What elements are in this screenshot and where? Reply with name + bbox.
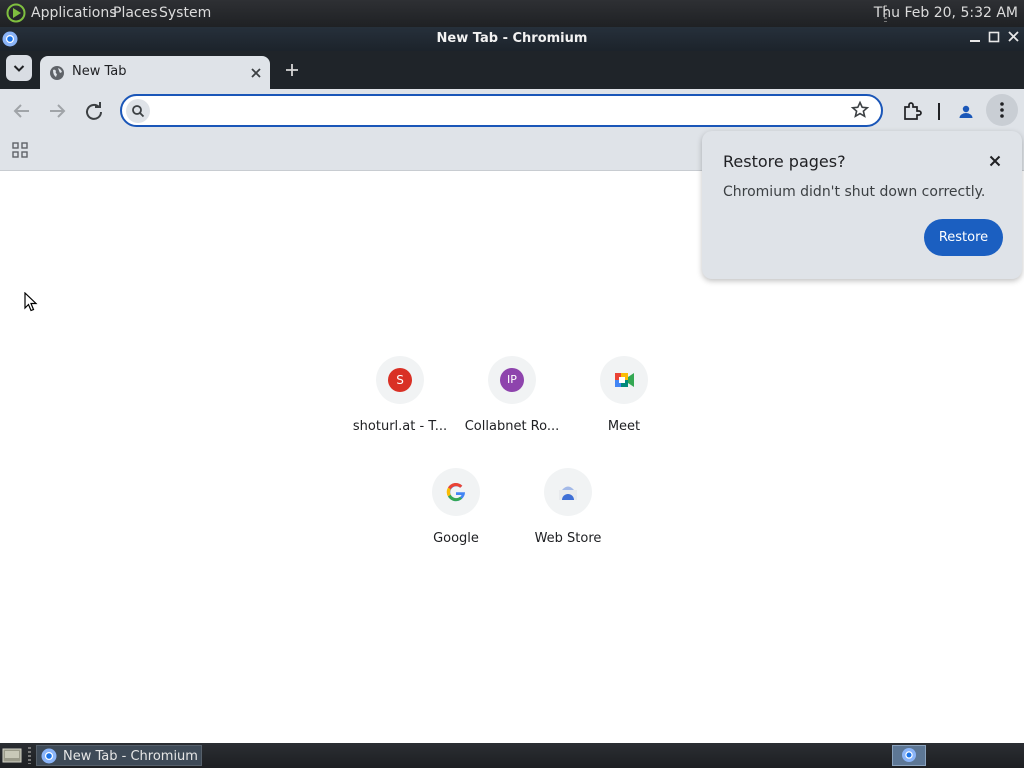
close-bubble-icon[interactable] <box>988 154 1002 168</box>
restore-bubble-message: Chromium didn't shut down correctly. <box>723 184 986 200</box>
distro-logo-icon[interactable] <box>6 3 26 23</box>
tab-strip: New Tab <box>0 51 1024 89</box>
maximize-button[interactable] <box>985 29 1003 49</box>
tab-title: New Tab <box>72 64 127 79</box>
window-title: New Tab - Chromium <box>436 31 588 46</box>
shortcut-label: Google <box>433 531 479 546</box>
search-icon <box>126 99 150 123</box>
tab-search-button[interactable] <box>6 55 32 81</box>
close-icon <box>1007 31 1019 42</box>
taskbar-window-button[interactable]: New Tab - Chromium <box>36 745 202 766</box>
tab-new-tab[interactable]: New Tab <box>40 56 270 89</box>
maximize-icon <box>988 31 1000 43</box>
web-store-icon <box>559 486 577 500</box>
close-window-button[interactable] <box>1004 29 1022 49</box>
menu-system[interactable]: System <box>159 5 211 21</box>
shortcut-favicon-icon: S <box>388 368 412 392</box>
shortcut-icon-disc <box>600 356 648 404</box>
globe-icon <box>50 66 64 80</box>
restore-button[interactable]: Restore <box>924 219 1003 256</box>
shortcut-favicon-icon: IP <box>500 368 524 392</box>
bottom-taskbar: New Tab - Chromium <box>0 743 1024 768</box>
shortcut-icon-disc: S <box>376 356 424 404</box>
extensions-puzzle-icon[interactable] <box>902 101 923 122</box>
browser-toolbar <box>0 89 1024 133</box>
shortcut-label: Meet <box>607 419 641 434</box>
menu-places[interactable]: Places <box>113 5 158 21</box>
omnibox[interactable] <box>120 94 883 127</box>
menu-applications[interactable]: Applications <box>31 5 117 21</box>
top-panel: Applications Places System Thu Feb 20, 5… <box>0 0 1024 27</box>
taskbar-window-label: New Tab - Chromium <box>63 749 198 764</box>
omnibox-input[interactable] <box>158 100 842 124</box>
chevron-down-icon <box>13 65 25 72</box>
shortcut-icon-disc <box>544 468 592 516</box>
shortcut-tile[interactable]: Google <box>400 468 512 568</box>
bookmark-star-icon[interactable] <box>850 100 870 120</box>
google-g-icon <box>446 482 465 502</box>
mouse-cursor-icon <box>24 292 38 312</box>
clock[interactable]: Thu Feb 20, 5:32 AM <box>874 5 1018 21</box>
taskbar-handle[interactable] <box>28 747 31 764</box>
window-titlebar[interactable]: New Tab - Chromium <box>0 27 1024 51</box>
shortcut-icon-disc: IP <box>488 356 536 404</box>
chromium-icon <box>902 748 916 762</box>
shortcut-icon-disc <box>432 468 480 516</box>
tab-close-icon[interactable] <box>249 66 263 80</box>
minimize-icon <box>970 40 980 42</box>
chromium-icon <box>41 748 57 764</box>
show-desktop-icon[interactable] <box>2 747 22 764</box>
restore-pages-bubble: Restore pages? Chromium didn't shut down… <box>702 131 1022 279</box>
back-icon[interactable] <box>10 99 34 123</box>
profile-avatar-icon <box>959 105 973 118</box>
shortcut-label: Web Store <box>534 531 602 546</box>
toolbar-separator <box>938 103 940 120</box>
shortcut-label: shoturl.at - T... <box>352 419 448 434</box>
apps-grid-icon[interactable] <box>12 142 28 158</box>
new-tab-icon[interactable] <box>284 62 300 78</box>
google-meet-icon <box>615 373 634 387</box>
minimize-button[interactable] <box>966 29 984 49</box>
shortcut-tile[interactable]: IP Collabnet Ro... <box>456 356 568 456</box>
reload-icon[interactable] <box>82 99 106 123</box>
shortcut-tile[interactable]: Web Store <box>512 468 624 568</box>
shortcut-label: Collabnet Ro... <box>464 419 560 434</box>
workspace-switcher[interactable] <box>892 745 926 766</box>
shortcut-tile[interactable]: S shoturl.at - T... <box>344 356 456 456</box>
chromium-icon[interactable] <box>2 31 18 47</box>
restore-bubble-title: Restore pages? <box>723 152 846 171</box>
three-dot-menu-icon <box>1000 102 1004 118</box>
shortcut-tile[interactable]: Meet <box>568 356 680 456</box>
forward-icon[interactable] <box>45 99 69 123</box>
menu-button[interactable] <box>986 94 1018 126</box>
profile-button[interactable] <box>954 100 978 124</box>
